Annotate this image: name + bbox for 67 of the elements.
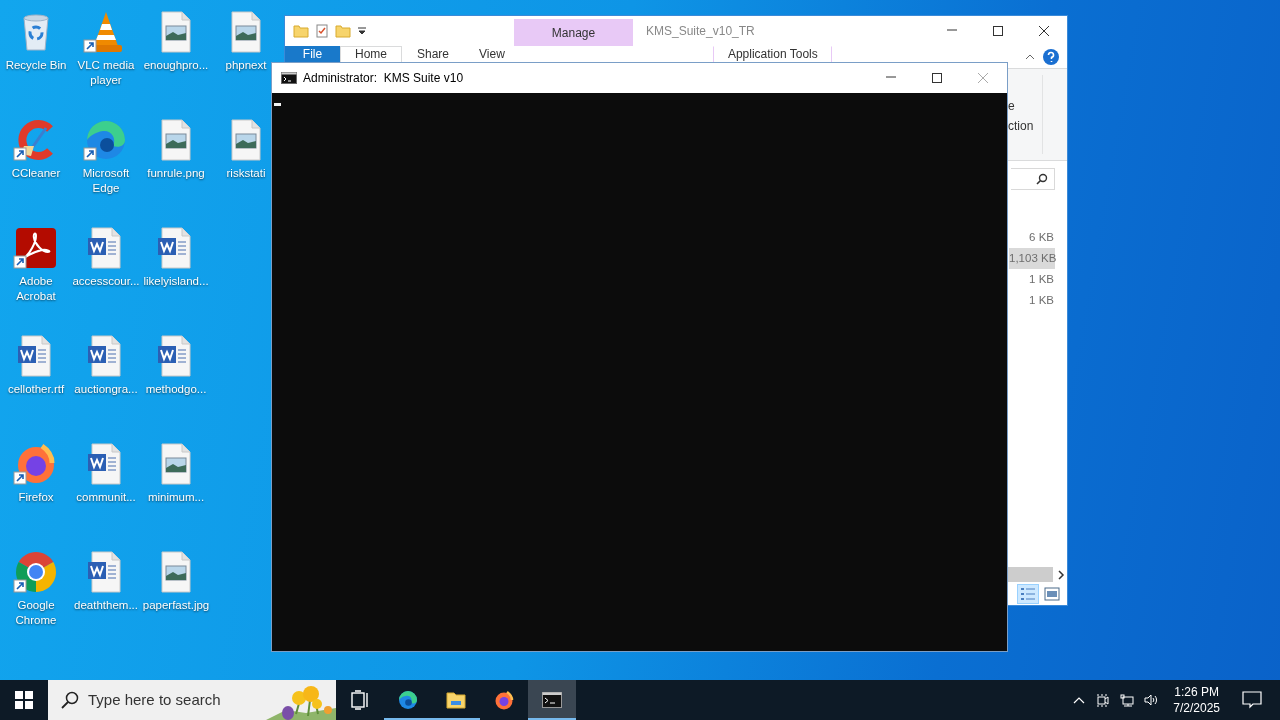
desktop-icon-label[interactable]: communit... [76,490,136,505]
network-icon [1120,693,1135,707]
desktop-icon-label[interactable]: Microsoft Edge [71,166,141,196]
desktop-icon-label[interactable]: riskstati [226,166,266,181]
search-box[interactable]: Type here to search [48,680,336,720]
window-title: Administrator: KMS Suite v10 [303,70,465,87]
large-icons-view-icon [1044,586,1060,602]
window-title: KMS_Suite_v10_TR [646,23,756,40]
desktop-icon-label[interactable]: cellother.rtf [7,382,65,397]
ribbon-tab[interactable]: Share [402,46,465,62]
browser-icon [493,690,515,710]
desktop-icon-label[interactable]: enoughpro... [143,58,209,73]
desktop-icon-label[interactable]: CCleaner [11,166,61,181]
camera-icon [1096,693,1111,707]
desktop-icon-label[interactable]: Firefox [18,490,54,505]
maximize-icon [992,25,1004,37]
ribbon-label[interactable]: e [1008,99,1015,113]
search-field[interactable] [1011,168,1055,190]
collapse-icon[interactable] [1025,52,1035,62]
desktop-icon-label[interactable]: likelyisland... [143,274,209,289]
desktop-icon-label[interactable]: VLC media player [71,58,141,88]
desktop-icon-label[interactable]: Google Chrome [1,598,71,628]
ribbon-tab[interactable]: Home [340,46,402,62]
file-size[interactable]: 1 KB [1009,269,1055,290]
browser-icon [397,690,419,710]
file-size[interactable]: 6 KB [1009,227,1055,248]
desktop-icon-label[interactable]: accesscour... [72,274,140,289]
terminal-icon [281,72,297,84]
desktop-icon-label[interactable]: minimum... [147,490,205,505]
context-tab-header: Manage [514,19,633,46]
terminal-icon [541,690,563,710]
clock[interactable]: 1:26 PM 7/2/2025 [1163,684,1230,716]
maximize-icon [931,72,943,84]
desktop-icon-label[interactable]: phpnext [225,58,267,73]
desktop-icon-label[interactable]: Recycle Bin [5,58,67,73]
folder-icon [445,690,467,710]
close-icon [1038,25,1050,37]
windows-icon [15,691,33,709]
message-icon [1242,691,1262,709]
file-size[interactable]: 1 KB [1009,290,1055,311]
help-icon[interactable] [1043,49,1059,65]
search-icon [60,690,80,710]
desktop-icon-label[interactable]: methodgo... [145,382,207,397]
desktop-icon-label[interactable]: Adobe Acrobat [1,274,71,304]
desktop-icon-label[interactable]: auctiongra... [74,382,138,397]
clock-time: 1:26 PM [1173,684,1220,700]
taskbar-button[interactable] [528,680,576,720]
dropdown-icon[interactable] [357,26,367,36]
desktop-icon-label[interactable]: funrule.png [147,166,205,181]
file-size[interactable]: 1,103 KB [1009,248,1055,269]
close-icon [977,72,989,84]
ribbon-label[interactable]: ction [1008,119,1034,133]
ribbon-tab[interactable]: File [285,46,340,62]
ribbon-tab[interactable]: View [464,46,520,62]
desktop-icon-label[interactable]: deaththem... [74,598,138,613]
view-button[interactable] [1017,584,1039,604]
volume-icon [1144,693,1159,707]
search-icon [1036,173,1048,185]
desktop-icon-label[interactable]: paperfast.jpg [142,598,210,613]
scroll-right-icon[interactable] [1057,569,1065,580]
checklist-icon[interactable] [315,24,329,38]
clock-date: 7/2/2025 [1173,700,1220,716]
search-input[interactable]: Type here to search [80,688,280,712]
text-cursor [274,103,281,106]
scrollbar-thumb[interactable] [1008,567,1053,582]
task-view-icon [349,690,371,710]
details-view-icon [1020,586,1036,602]
